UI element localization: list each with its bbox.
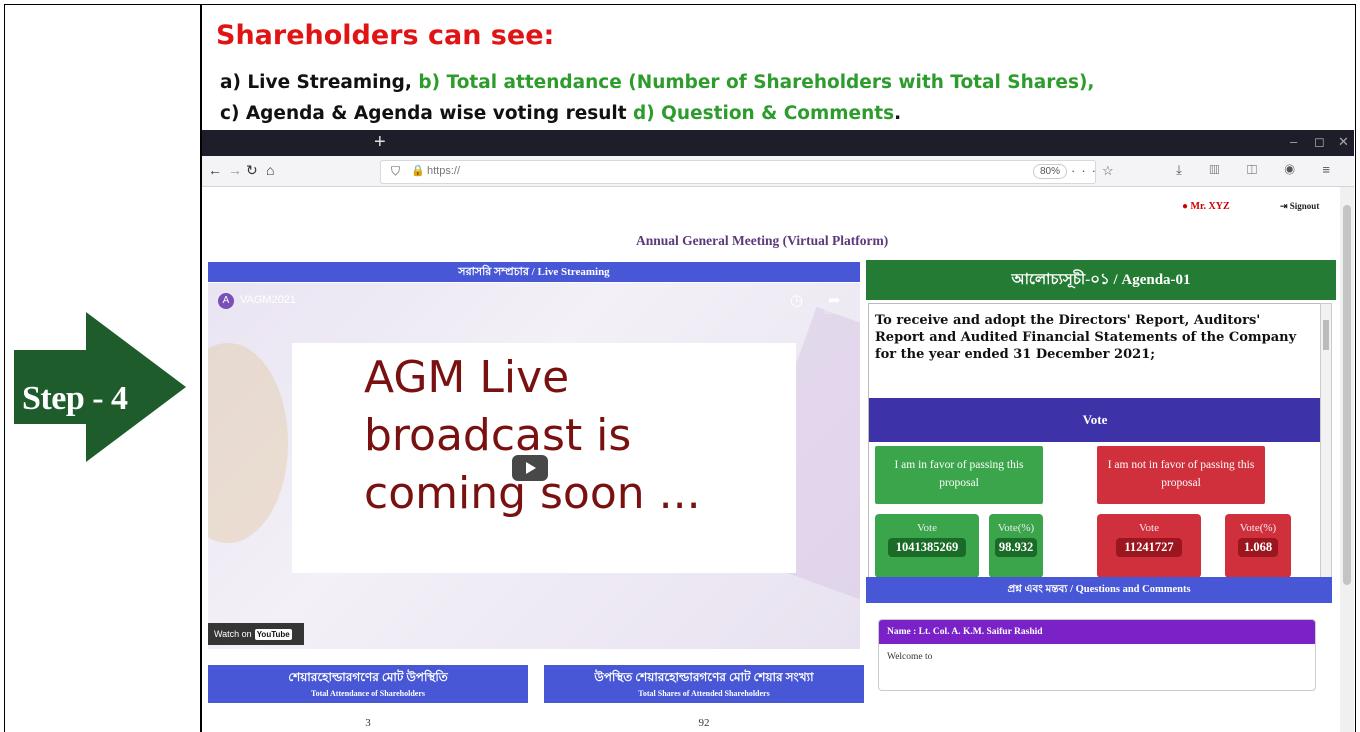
page-scrollbar[interactable] (1340, 187, 1354, 732)
tab-bar: + – ◻ ✕ (202, 130, 1354, 156)
clock-icon[interactable]: ◷ (790, 291, 803, 309)
total-attendance-value: 3 (365, 717, 371, 729)
against-vote-label: Vote (1139, 522, 1159, 534)
watch-on-label: Watch on (214, 629, 252, 639)
shield-icon: ⛉ (391, 164, 401, 178)
vote-against-button[interactable]: I am not in favor of passing this propos… (1097, 446, 1265, 504)
back-icon[interactable]: ← (208, 162, 222, 178)
page-actions-icon[interactable]: ···☆ (1071, 163, 1120, 179)
instruction-line-1: a) Live Streaming, b) Total attendance (… (220, 72, 1094, 93)
share-label: Share (824, 309, 843, 316)
new-tab-icon[interactable]: + (374, 131, 386, 154)
home-icon[interactable]: ⌂ (266, 162, 274, 178)
comment-author: Name : Lt. Col. A. K.M. Saifur Rashid (879, 620, 1315, 644)
live-streaming-header: সরাসরি সম্প্রচার / Live Streaming (208, 262, 860, 282)
total-shares-header: উপস্থিত শেয়ারহোল্ডারগণের মোট শেয়ার সংখ… (544, 665, 864, 703)
browser-window: + – ◻ ✕ ← → ↻ ⌂ ⛉ 🔒 https:// 80% ···☆ ⤓ … (202, 130, 1354, 732)
channel-avatar[interactable]: A (218, 293, 234, 309)
total-shares-value: 92 (698, 717, 710, 729)
total-attendance-title-en: Total Attendance of Shareholders (310, 689, 425, 698)
instruction-agenda: c) Agenda & Agenda wise voting result (220, 103, 634, 124)
signout-link[interactable]: ⇥ Signout (1280, 201, 1319, 212)
slide-text: AGM Live broadcast is coming soon ... (364, 352, 701, 519)
video-player[interactable]: A VAGM2021 ◷ Watch later ➦ Share AGM Liv… (208, 283, 860, 649)
play-button[interactable] (512, 455, 548, 481)
against-vote-count: 11241727 (1116, 538, 1182, 557)
instruction-live-streaming: a) Live Streaming, (220, 72, 419, 93)
against-pct-label: Vote(%) (1239, 522, 1277, 534)
total-attendance-title-bn: শেয়ারহোল্ডারগণের মোট উপস্থিতি (288, 670, 448, 684)
total-attendance-card: শেয়ারহোল্ডারগণের মোট উপস্থিতি Total Att… (208, 665, 528, 732)
questions-header: প্রশ্ন এবং মন্তব্য / Questions and Comme… (866, 577, 1332, 603)
navigation-bar: ← → ↻ ⌂ ⛉ 🔒 https:// 80% ···☆ ⤓ ▥ ◫ ◉ ≡ (202, 156, 1354, 187)
watch-later-label: Watch later (776, 309, 812, 316)
lock-icon: 🔒 (411, 165, 425, 177)
against-pct-value: 1.068 (1237, 538, 1279, 557)
restore-icon[interactable]: ◻ (1314, 134, 1325, 150)
total-attendance-header: শেয়ারহোল্ডারগণের মোট উপস্থিতি Total Att… (208, 665, 528, 703)
total-shares-card: উপস্থিত শেয়ারহোল্ডারগণের মোট শেয়ার সংখ… (544, 665, 864, 732)
instruction-total-attendance: b) Total attendance (Number of Sharehold… (418, 72, 1095, 93)
favor-vote-tile: Vote 1041385269 (875, 514, 979, 578)
url-text: https:// (427, 165, 461, 177)
agenda-header: আলোচ্যসূচী-০১ / Agenda-01 (866, 260, 1336, 300)
page-content: ● Mr. XYZ ⇥ Signout Annual General Meeti… (202, 187, 1340, 732)
total-shares-title-bn: উপস্থিত শেয়ারহোল্ডারগণের মোট শেয়ার সংখ… (594, 670, 814, 684)
against-vote-tile: Vote 11241727 (1097, 514, 1201, 578)
vote-favor-button[interactable]: I am in favor of passing this proposal (875, 446, 1043, 504)
video-decoration (208, 343, 288, 543)
against-pct-tile: Vote(%) 1.068 (1225, 514, 1291, 578)
comment-card: Name : Lt. Col. A. K.M. Saifur Rashid We… (878, 619, 1316, 691)
instruction-title: Shareholders can see: (216, 20, 555, 51)
favor-pct-value: 98.932 (994, 538, 1038, 557)
agenda-scrollbar[interactable] (1320, 303, 1332, 578)
favor-pct-tile: Vote(%) 98.932 (989, 514, 1043, 578)
user-name[interactable]: ● Mr. XYZ (1182, 201, 1230, 212)
favor-pct-label: Vote(%) (997, 522, 1035, 534)
close-icon[interactable]: ✕ (1338, 134, 1349, 150)
agenda-scroll-thumb[interactable] (1323, 320, 1329, 350)
zoom-level[interactable]: 80% (1033, 164, 1068, 179)
agenda-panel: To receive and adopt the Directors' Repo… (868, 303, 1322, 580)
channel-name[interactable]: VAGM2021 (240, 294, 296, 306)
total-shares-title-en: Total Shares of Attended Shareholders (638, 689, 770, 698)
favor-vote-label: Vote (917, 522, 937, 534)
signout-label: Signout (1289, 201, 1320, 211)
forward-icon[interactable]: → (228, 162, 242, 178)
agenda-text: To receive and adopt the Directors' Repo… (875, 313, 1297, 362)
instruction-period: . (894, 103, 902, 124)
url-bar[interactable]: ⛉ 🔒 https:// 80% ···☆ (380, 160, 1114, 184)
share-icon[interactable]: ➦ (828, 291, 841, 309)
instruction-line-2: c) Agenda & Agenda wise voting result d)… (220, 103, 901, 124)
reload-icon[interactable]: ↻ (246, 162, 258, 179)
instruction-questions: d) Question & Comments (633, 103, 895, 124)
user-name-label: Mr. XYZ (1190, 201, 1230, 212)
toolbar-icons[interactable]: ⤓ ▥ ◫ ◉ ≡ (1176, 162, 1342, 178)
youtube-logo-icon: YouTube (254, 629, 292, 640)
vote-header: Vote (869, 398, 1321, 442)
minimize-icon[interactable]: – (1290, 134, 1297, 149)
watch-on-youtube-button[interactable]: Watch on YouTube (208, 623, 304, 645)
page-title: Annual General Meeting (Virtual Platform… (636, 233, 889, 248)
favor-vote-count: 1041385269 (887, 538, 967, 557)
comment-message: Welcome to (887, 652, 933, 662)
step-label: Step - 4 (22, 380, 128, 417)
page-scroll-thumb[interactable] (1343, 205, 1351, 585)
